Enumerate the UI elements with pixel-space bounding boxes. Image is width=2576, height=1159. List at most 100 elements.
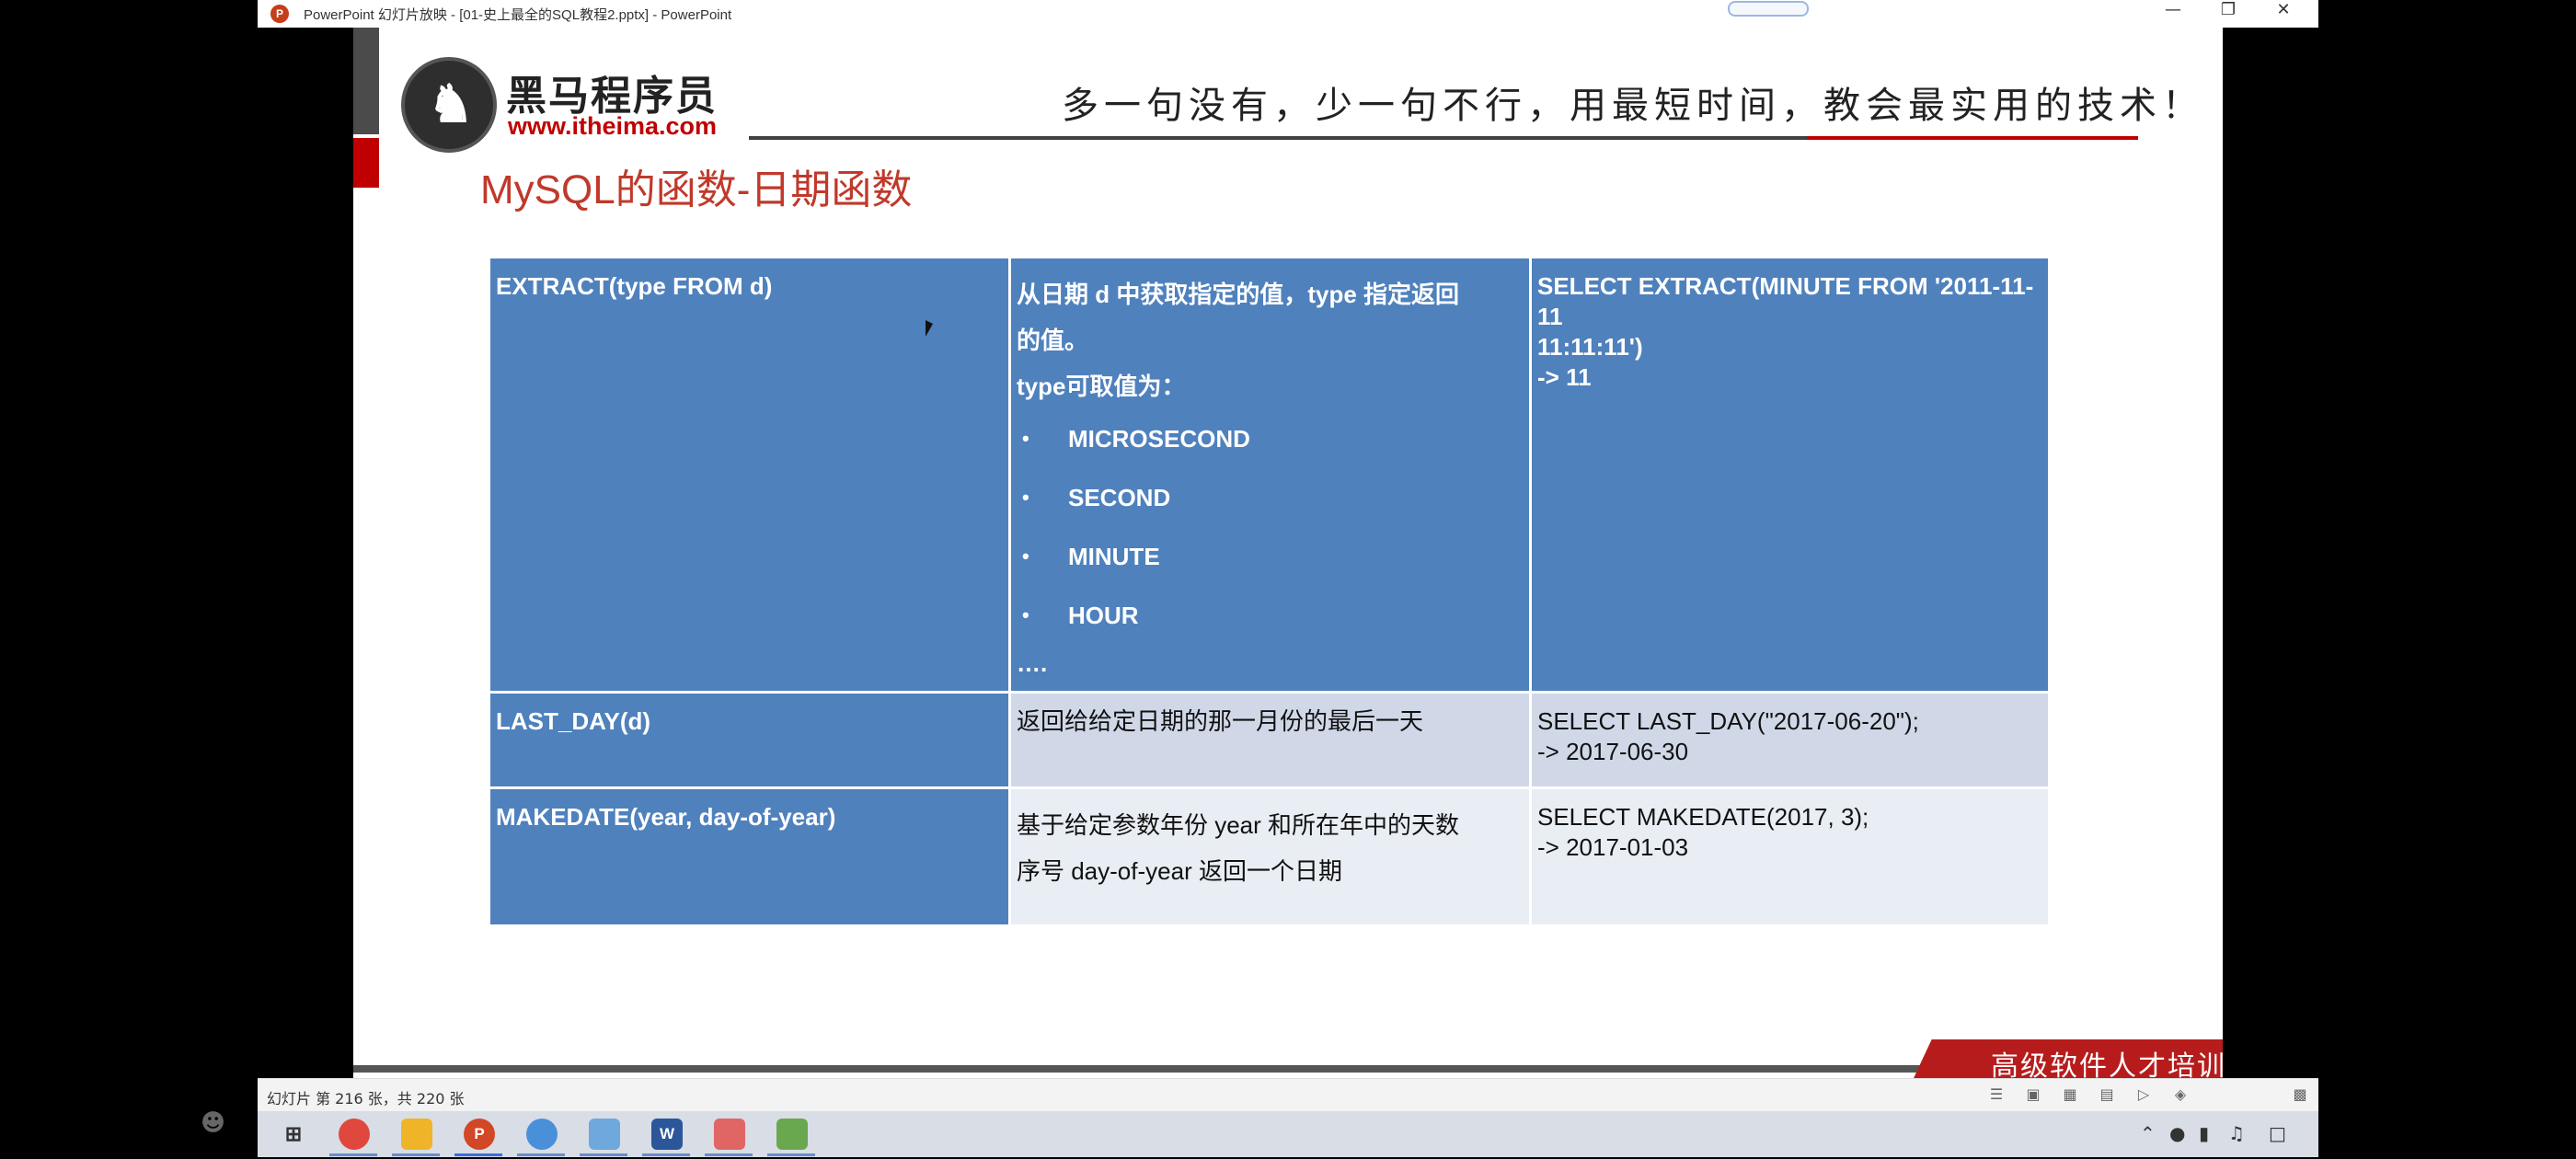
overlay-people-icon: ☻ [201,1109,226,1137]
battery-icon[interactable]: ▮ [2199,1122,2209,1144]
example-line: SELECT LAST_DAY("2017-06-20"); [1537,707,1919,735]
minimize-icon: — [2165,0,2181,19]
example-cell: SELECT LAST_DAY("2017-06-20"); -> 2017-0… [1529,691,2051,789]
window-title: PowerPoint 幻灯片放映 - [01-史上最全的SQL教程2.pptx]… [304,7,732,23]
slide-sorter-icon[interactable]: ▦ [2061,1085,2079,1104]
file-explorer-icon[interactable] [401,1119,432,1150]
volume-icon[interactable]: ♫ [2228,1122,2245,1144]
description-line: 基于给定参数年份 year 和所在年中的天数 [1017,811,1460,839]
browser-icon[interactable] [526,1119,558,1150]
example-line: SELECT EXTRACT(MINUTE FROM '2011-11-11 [1537,272,2034,330]
list-item: • MINUTE [1017,527,1524,586]
example-line: -> 2017-06-30 [1537,738,1689,765]
table-row: EXTRACT(type FROM d) 从日期 d 中获取指定的值，type … [488,256,2051,694]
function-name: EXTRACT(type FROM d) [496,272,773,300]
active-indicator [705,1153,753,1156]
description-line: 序号 day-of-year 返回一个日期 [1017,857,1342,885]
description-cell: 返回给给定日期的那一月份的最后一天 [1008,691,1532,789]
slide-counter: 幻灯片 第 216 张，共 220 张 [267,1090,465,1107]
header-rule [749,136,1814,140]
active-indicator [642,1153,690,1156]
description-line: 从日期 d 中获取指定的值，type 指定返回 [1017,281,1460,308]
function-name-cell: LAST_DAY(d) [488,691,1011,789]
powerpoint-taskbar-button[interactable]: P [464,1119,495,1150]
option-text: MINUTE [1068,543,1160,570]
word-taskbar-button[interactable]: W [651,1119,683,1150]
logo-url: www.itheima.com [508,112,718,140]
slide-letterbox-right [2223,28,2318,1078]
banner-text: 高级软件人才培训专家 [1991,1050,2223,1078]
close-button[interactable]: ✕ [2256,0,2311,28]
bullet-icon: • [1022,603,1029,626]
example-cell: SELECT MAKEDATE(2017, 3); -> 2017-01-03 [1529,786,2051,927]
restore-icon: ❐ [2220,0,2237,19]
reading-view-icon[interactable]: ▤ [2098,1085,2116,1104]
restore-button[interactable]: ❐ [2201,0,2256,28]
windows-start-icon[interactable]: ⊞ [278,1119,309,1150]
table-row: LAST_DAY(d) 返回给给定日期的那一月份的最后一天 SELECT LAS… [488,691,2051,789]
slideshow-icon[interactable]: ▷ [2134,1085,2153,1104]
normal-view-icon[interactable]: ▣ [2024,1085,2042,1104]
example-cell: SELECT EXTRACT(MINUTE FROM '2011-11-11 1… [1529,256,2051,694]
mouse-cursor-icon [926,320,933,337]
active-indicator [329,1153,377,1156]
zoom-icon[interactable]: ◈ [2171,1085,2190,1104]
ellipsis: …. [1017,649,1048,677]
decor-bar-gray [353,28,379,134]
active-indicator [392,1153,440,1156]
powerpoint-icon: P [474,1125,485,1142]
example-line: 11:11:11') [1537,333,1643,361]
title-bar: P PowerPoint 幻灯片放映 - [01-史上最全的SQL教程2.ppt… [258,0,2318,29]
bullet-icon: • [1022,486,1029,509]
close-icon: ✕ [2276,0,2291,19]
active-indicator [517,1153,565,1156]
word-icon: W [659,1125,675,1142]
example-line: SELECT MAKEDATE(2017, 3); [1537,803,1869,831]
fit-window-icon[interactable]: ▩ [2291,1085,2309,1104]
function-name: MAKEDATE(year, day-of-year) [496,803,836,831]
description-cell: 基于给定参数年份 year 和所在年中的天数 序号 day-of-year 返回… [1008,786,1532,927]
table-row: MAKEDATE(year, day-of-year) 基于给定参数年份 yea… [488,786,2051,927]
type-label: type可取值为： [1017,373,1186,400]
active-indicator [767,1153,815,1156]
slogan: 多一句没有，少一句不行，用最短时间，教会最实用的技术！ [1062,85,2204,127]
taskbar: ⊞ P W ⌃ ● ▮ ♫ □ [258,1111,2318,1157]
function-name: LAST_DAY(d) [496,707,651,735]
active-indicator [454,1153,502,1156]
header-rule-accent [1807,136,2138,140]
list-item: • HOUR [1017,586,1524,645]
minimize-button[interactable]: — [2145,0,2201,28]
microphone-icon[interactable]: ● [2169,1122,2185,1144]
status-bar: 幻灯片 第 216 张，共 220 张 ☰ ▣ ▦ ▤ ▷ ◈ ▩ [258,1078,2318,1112]
example-line: -> 11 [1537,363,1592,391]
chevron-up-icon[interactable]: ⌃ [2140,1122,2156,1144]
chrome-icon[interactable] [339,1119,370,1150]
notes-icon[interactable]: ☰ [1987,1085,2006,1104]
example-line: -> 2017-01-03 [1537,833,1689,861]
active-indicator [580,1153,627,1156]
option-text: MICROSECOND [1068,425,1250,453]
description-line: 返回给给定日期的那一月份的最后一天 [1017,707,1424,735]
slide-title: MySQL的函数-日期函数 [480,167,913,212]
drag-handle[interactable] [1728,1,1809,17]
description-line: 的值。 [1017,327,1089,354]
bullet-icon: • [1022,427,1029,450]
function-table: EXTRACT(type FROM d) 从日期 d 中获取指定的值，type … [488,256,2051,927]
powerpoint-window: P PowerPoint 幻灯片放映 - [01-史上最全的SQL教程2.ppt… [258,0,2318,1113]
app-icon[interactable] [589,1119,620,1150]
list-item: • SECOND [1017,468,1524,527]
slide-footer-bar [353,1065,1963,1073]
editor-icon[interactable] [714,1119,745,1150]
bullet-icon: • [1022,545,1029,568]
powerpoint-icon: P [270,5,289,23]
horse-icon: ♞ [427,74,475,134]
notification-icon[interactable]: □ [2269,1122,2286,1144]
description-cell: 从日期 d 中获取指定的值，type 指定返回 的值。 type可取值为： • M… [1008,256,1532,694]
decor-bar-red [353,138,379,188]
function-name-cell: MAKEDATE(year, day-of-year) [488,786,1011,927]
list-item: • MICROSECOND [1017,409,1524,468]
option-text: HOUR [1068,602,1139,629]
chart-app-icon[interactable] [776,1119,808,1150]
slide-canvas[interactable]: ♞ 黑马程序员 www.itheima.com 多一句没有，少一句不行，用最短时… [353,28,2223,1078]
option-text: SECOND [1068,484,1171,511]
